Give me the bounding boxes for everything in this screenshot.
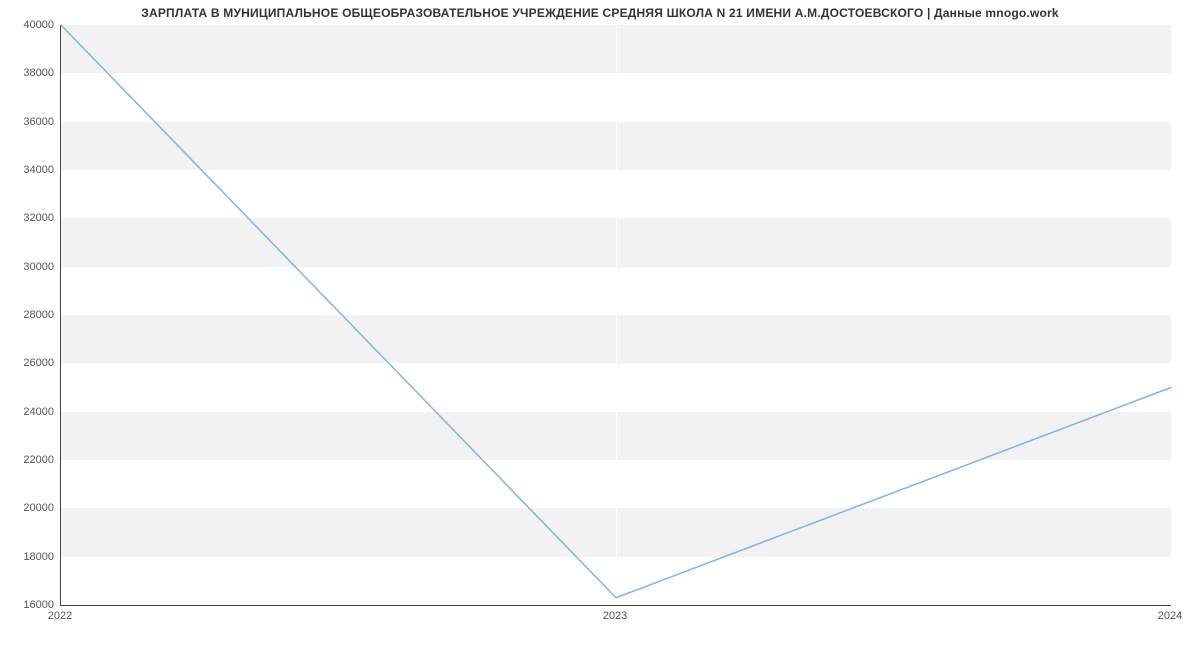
y-axis-tick-label: 34000: [4, 164, 54, 176]
x-axis-tick-label: 2023: [603, 610, 627, 622]
x-axis-tick-label: 2022: [48, 610, 72, 622]
y-axis-tick-label: 24000: [4, 406, 54, 418]
y-axis-tick-label: 20000: [4, 502, 54, 514]
line-series: [61, 25, 1171, 598]
plot-area: [60, 25, 1171, 606]
y-axis-tick-label: 28000: [4, 309, 54, 321]
chart-container: ЗАРПЛАТА В МУНИЦИПАЛЬНОЕ ОБЩЕОБРАЗОВАТЕЛ…: [0, 0, 1200, 650]
y-axis-tick-label: 36000: [4, 116, 54, 128]
y-axis-tick-label: 26000: [4, 357, 54, 369]
y-axis-tick-label: 30000: [4, 261, 54, 273]
y-axis-tick-label: 32000: [4, 212, 54, 224]
x-axis-tick-label: 2024: [1158, 610, 1182, 622]
grid-line-vertical: [1171, 25, 1172, 605]
y-axis-tick-label: 22000: [4, 454, 54, 466]
y-axis-tick-label: 40000: [4, 19, 54, 31]
y-axis-tick-label: 18000: [4, 551, 54, 563]
line-series-layer: [61, 25, 1171, 605]
y-axis-tick-label: 16000: [4, 599, 54, 611]
chart-title: ЗАРПЛАТА В МУНИЦИПАЛЬНОЕ ОБЩЕОБРАЗОВАТЕЛ…: [0, 6, 1200, 20]
y-axis-tick-label: 38000: [4, 67, 54, 79]
